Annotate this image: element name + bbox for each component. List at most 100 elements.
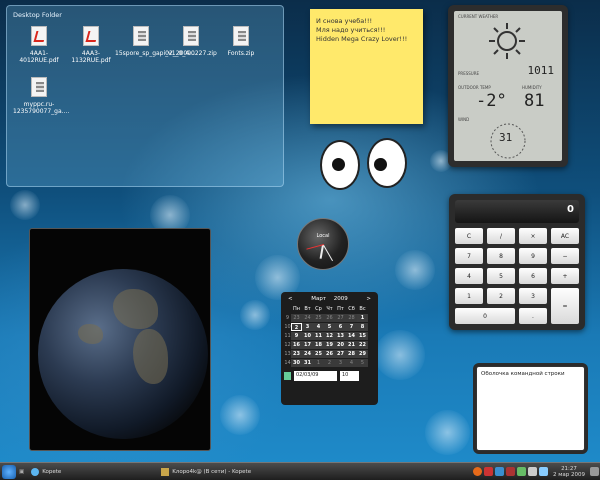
calendar-day[interactable]: 26 — [324, 314, 335, 322]
calendar-day[interactable]: 27 — [335, 350, 346, 358]
file-item[interactable]: Fonts.zip — [215, 26, 267, 57]
calendar-day[interactable]: 3 — [335, 359, 346, 367]
calc-all-clear-button[interactable]: AC — [551, 228, 579, 244]
volume-icon[interactable] — [527, 467, 537, 476]
calendar-day[interactable]: 9 — [291, 332, 302, 340]
calendar-day[interactable]: 25 — [313, 314, 324, 322]
calc-4-button[interactable]: 4 — [455, 268, 483, 284]
calendar-day[interactable]: 15 — [357, 332, 368, 340]
panel-config-icon[interactable] — [590, 467, 599, 476]
calendar-day[interactable]: 4 — [313, 323, 324, 331]
keyboard-icon[interactable] — [538, 467, 548, 476]
network-icon[interactable] — [494, 467, 504, 476]
calendar-day[interactable]: 18 — [313, 341, 324, 349]
taskbar-task-kopete-chat[interactable]: Kлopo4k@ (В сети) - Kopete — [157, 465, 357, 478]
calc-0-button[interactable]: 0 — [455, 308, 515, 324]
prev-month-button[interactable]: < — [288, 296, 293, 302]
kde-menu-icon[interactable] — [2, 464, 16, 479]
calendar-day[interactable]: 28 — [346, 314, 357, 322]
file-name: 02_20090227.zip — [165, 50, 217, 57]
date-input[interactable]: 02/03/09 — [294, 371, 337, 381]
calendar-day[interactable]: 1 — [357, 314, 368, 322]
calc-8-button[interactable]: 8 — [487, 248, 515, 264]
calc-5-button[interactable]: 5 — [487, 268, 515, 284]
calendar-day[interactable]: 8 — [357, 323, 368, 331]
chat-icon — [161, 467, 170, 476]
calc-2-button[interactable]: 2 — [487, 288, 515, 304]
calendar-day[interactable]: 30 — [291, 359, 302, 367]
calendar-day[interactable]: 2 — [291, 323, 302, 331]
calendar-day[interactable]: 26 — [324, 350, 335, 358]
calendar-day[interactable]: 16 — [291, 341, 302, 349]
calendar-day[interactable]: 11 — [313, 332, 324, 340]
week-spinbox[interactable]: 10 — [340, 371, 359, 381]
file-item[interactable]: 4AA1-4012RUE.pdf — [13, 26, 65, 64]
calc-equals-button[interactable]: = — [551, 288, 579, 324]
desktop-folder-widget[interactable]: Desktop Folder 4AA1-4012RUE.pdf 4AA3-113… — [6, 5, 284, 187]
terminal-widget[interactable]: Оболочка командной строки — [476, 366, 585, 451]
calendar-day[interactable]: 27 — [335, 314, 346, 322]
calendar-day[interactable]: 12 — [324, 332, 335, 340]
calendar-day[interactable]: 3 — [302, 323, 313, 331]
file-item[interactable]: myppc.ru-1235790077_ga.... — [13, 77, 69, 115]
calendar-day[interactable]: 31 — [302, 359, 313, 367]
calendar-day[interactable]: 21 — [346, 341, 357, 349]
calendar-day[interactable]: 22 — [357, 341, 368, 349]
calendar-day[interactable]: 17 — [302, 341, 313, 349]
calendar-day[interactable]: 19 — [324, 341, 335, 349]
calendar-day[interactable]: 23 — [291, 314, 302, 322]
desktop-pager-icon[interactable]: ▣ — [16, 469, 27, 475]
calc-clear-button[interactable]: C — [455, 228, 483, 244]
calendar-day[interactable]: 13 — [335, 332, 346, 340]
opera-icon[interactable] — [483, 467, 493, 476]
file-item[interactable]: 15spore_sp_gapi_v1_0_4.... — [115, 26, 197, 57]
weather-station-widget[interactable]: CURRENT WEATHER PRESSURE 1011 OUTDOOR TE… — [448, 5, 568, 167]
calendar-day[interactable]: 5 — [357, 359, 368, 367]
firefox-icon[interactable] — [472, 467, 482, 476]
calc-multiply-button[interactable]: × — [519, 228, 547, 244]
calendar-day[interactable]: 29 — [357, 350, 368, 358]
sticky-note[interactable]: И снова учеба!!! Мля надо учиться!!! Hid… — [310, 9, 423, 124]
calendar-day[interactable]: 24 — [302, 314, 313, 322]
analog-clock-widget[interactable]: Local — [297, 218, 349, 270]
calendar-day[interactable]: 7 — [346, 323, 357, 331]
calendar-day[interactable]: 24 — [302, 350, 313, 358]
calendar-day[interactable]: 20 — [335, 341, 346, 349]
next-month-button[interactable]: > — [366, 296, 371, 302]
continent — [133, 329, 168, 384]
calc-3-button[interactable]: 3 — [519, 288, 547, 304]
calc-9-button[interactable]: 9 — [519, 248, 547, 264]
calc-minus-button[interactable]: − — [551, 248, 579, 264]
today-icon[interactable] — [284, 372, 291, 380]
flag-icon[interactable] — [505, 467, 515, 476]
calc-7-button[interactable]: 7 — [455, 248, 483, 264]
calendar-month-year[interactable]: Март 2009 — [311, 296, 348, 302]
calendar-day[interactable]: 4 — [346, 359, 357, 367]
file-item[interactable]: 02_20090227.zip — [165, 26, 217, 57]
calc-plus-button[interactable]: + — [551, 268, 579, 284]
calculator-widget[interactable]: 0 C / × AC 7 8 9 − 4 5 6 + 1 2 3 = 0 . — [449, 194, 585, 330]
calc-6-button[interactable]: 6 — [519, 268, 547, 284]
calendar-widget[interactable]: < Март 2009 > Пн Вт Ср Чт Пт Сб Вс 9 23 24… — [281, 292, 378, 405]
kopete-icon — [31, 467, 40, 476]
file-item[interactable]: 4AA3-1132RUE.pdf — [65, 26, 117, 64]
calendar-day[interactable]: 28 — [346, 350, 357, 358]
calendar-day[interactable]: 14 — [346, 332, 357, 340]
calendar-day[interactable]: 5 — [324, 323, 335, 331]
calendar-day[interactable]: 6 — [335, 323, 346, 331]
calc-decimal-button[interactable]: . — [519, 308, 547, 324]
calendar-day[interactable]: 2 — [324, 359, 335, 367]
calendar-day[interactable]: 1 — [313, 359, 324, 367]
messenger-icon[interactable] — [516, 467, 526, 476]
file-name: 4AA1-4012RUE.pdf — [19, 50, 59, 64]
taskbar-task-kopete[interactable]: Kopete — [27, 465, 137, 478]
tray-clock[interactable]: 21:27 2 мар 2009 — [549, 466, 589, 478]
calendar-day[interactable]: 25 — [313, 350, 324, 358]
calendar-day[interactable]: 10 — [302, 332, 313, 340]
calc-1-button[interactable]: 1 — [455, 288, 483, 304]
calc-divide-button[interactable]: / — [487, 228, 515, 244]
pdf-file-icon — [83, 26, 99, 46]
calendar-day[interactable]: 23 — [291, 350, 302, 358]
sun-icon — [489, 23, 525, 59]
globe-widget[interactable] — [29, 228, 211, 451]
